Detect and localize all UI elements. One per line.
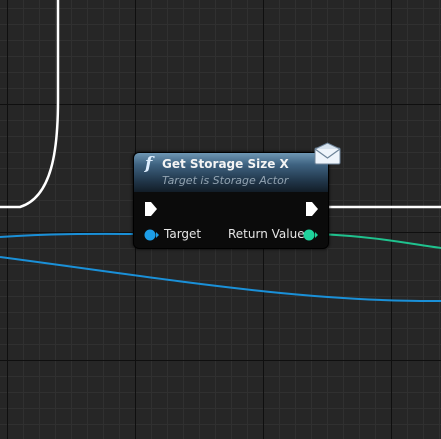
node-subtitle: Target is Storage Actor <box>162 174 289 187</box>
target-pin-label: Target <box>164 227 202 241</box>
return-value-pin-label: Return Value <box>228 227 305 241</box>
function-icon: f <box>145 154 153 174</box>
target-wire[interactable] <box>0 232 141 238</box>
node-title: Get Storage Size X <box>162 157 289 171</box>
exec-output-pin[interactable] <box>305 201 319 217</box>
get-storage-size-x-node[interactable]: f Get Storage Size X Target is Storage A… <box>133 142 341 249</box>
object-wire-lower[interactable] <box>0 256 441 303</box>
envelope-icon <box>314 142 341 165</box>
return-value-pin[interactable] <box>303 229 319 241</box>
node-header[interactable]: f Get Storage Size X Target is Storage A… <box>134 153 328 192</box>
exec-input-pin[interactable] <box>144 201 158 217</box>
exec-wire-loop[interactable] <box>0 0 60 209</box>
target-pin[interactable] <box>144 229 160 241</box>
return-value-wire[interactable] <box>319 233 441 249</box>
